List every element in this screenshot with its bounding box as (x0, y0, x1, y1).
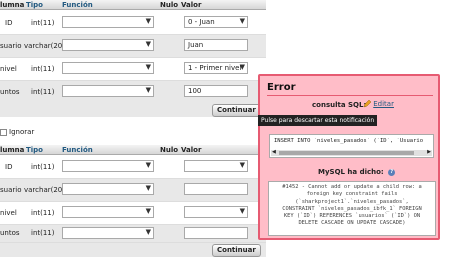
value-text: 100 (188, 87, 202, 95)
value-select[interactable]: 1 - Primer nivel ▼ (184, 62, 248, 74)
value-select[interactable]: ▼ (184, 206, 248, 218)
error-line: foreign key constraint fails (306, 191, 398, 198)
error-line: #1452 - Cannot add or update a child row… (282, 184, 422, 190)
ignore-label: Ignorar (9, 128, 35, 136)
scroll-left-icon[interactable]: ◀ (272, 149, 276, 155)
function-select[interactable]: ▼ (62, 183, 154, 195)
horizontal-scrollbar[interactable]: ◀ ▶ (271, 149, 432, 156)
header-value: Valor (181, 1, 202, 9)
chevron-down-icon: ▼ (145, 228, 151, 236)
table-row: nivel int(11) ▼ ▼ (0, 202, 266, 225)
chevron-down-icon: ▼ (239, 161, 245, 169)
header-function[interactable]: Función (62, 146, 93, 154)
table-row: nivel int(11) ▼ 1 - Primer nivel ▼ (0, 58, 266, 81)
value-input[interactable]: Juan (184, 39, 248, 51)
header-function[interactable]: Función (62, 1, 93, 9)
table-header-2: lumna Tipo Función Nulo Valor (0, 145, 266, 155)
header-null: Nulo (160, 146, 179, 154)
pencil-icon (363, 99, 372, 108)
column-type: int(11) (31, 209, 55, 217)
scroll-right-icon[interactable]: ▶ (427, 149, 431, 155)
column-name: nivel (0, 209, 17, 217)
error-line: DELETE CASCADE ON UPDATE CASCADE) (298, 220, 406, 227)
column-name: ID (5, 163, 13, 171)
mysql-said-text: MySQL ha dicho: (318, 168, 384, 176)
error-dialog[interactable]: Error consulta SQL: Editar INSERT INTO `… (258, 74, 440, 240)
function-select[interactable]: ▼ (62, 160, 154, 172)
chevron-down-icon: ▼ (145, 17, 151, 25)
value-input[interactable] (184, 227, 248, 239)
header-null: Nulo (160, 1, 179, 9)
error-message-box: #1452 - Cannot add or update a child row… (268, 181, 436, 236)
scrollbar-thumb[interactable] (279, 151, 414, 155)
header-value: Valor (181, 146, 202, 154)
sql-query-label: consulta SQL: (312, 101, 367, 109)
column-name: ID (5, 19, 13, 27)
column-name: suario (0, 42, 22, 50)
header-column: lumna (0, 146, 25, 154)
continue-button[interactable]: Continuar (212, 104, 261, 117)
chevron-down-icon: ▼ (239, 17, 245, 25)
value-text: 0 - Juan (188, 18, 215, 26)
ignore-row: Ignorar (0, 128, 34, 136)
column-name: nivel (0, 65, 17, 73)
table-row: ID int(11) ▼ ▼ (0, 156, 266, 179)
chevron-down-icon: ▼ (145, 184, 151, 192)
value-input[interactable]: 100 (184, 85, 248, 97)
error-line: KEY (`ID`) REFERENCES `usuarios` (`ID`) … (283, 213, 421, 220)
value-select[interactable]: 0 - Juan ▼ (184, 16, 248, 28)
divider (267, 95, 433, 96)
table-header-1: lumna Tipo Función Nulo Valor (0, 0, 266, 10)
table-row: suario varchar(20) ▼ (0, 179, 266, 202)
chevron-down-icon: ▼ (145, 161, 151, 169)
chevron-down-icon: ▼ (145, 40, 151, 48)
chevron-down-icon: ▼ (145, 207, 151, 215)
help-icon[interactable]: ? (388, 168, 396, 176)
function-select[interactable]: ▼ (62, 227, 154, 239)
sql-query-text: INSERT INTO `niveles_pasados` (`ID`, `Us… (274, 138, 424, 144)
error-title: Error (267, 82, 296, 93)
chevron-down-icon: ▼ (145, 86, 151, 94)
column-type: int(11) (31, 88, 55, 96)
column-type: int(11) (31, 19, 55, 27)
function-select[interactable]: ▼ (62, 62, 154, 74)
error-line: (`sharkproject1`.`niveles_pasados`, (295, 198, 409, 205)
header-column: lumna (0, 1, 25, 9)
column-name: untos (0, 229, 20, 237)
column-type: int(11) (31, 229, 55, 237)
value-text: Juan (188, 41, 204, 49)
chevron-down-icon: ▼ (239, 207, 245, 215)
function-select[interactable]: ▼ (62, 85, 154, 97)
edit-link[interactable]: Editar (373, 100, 394, 108)
dismiss-tooltip: Pulse para descartar esta notificación (258, 115, 378, 126)
column-name: suario (0, 186, 22, 194)
column-type: int(11) (31, 163, 55, 171)
value-text: 1 - Primer nivel (188, 64, 242, 72)
chevron-down-icon: ▼ (239, 63, 245, 71)
table-row: untos int(11) ▼ 100 (0, 81, 266, 104)
mysql-said-label: MySQL ha dicho: ? (318, 168, 396, 176)
column-type: int(11) (31, 65, 55, 73)
header-type[interactable]: Tipo (26, 146, 43, 154)
error-line: CONSTRAINT `niveles_pasados_ibfk_1` FORE… (282, 205, 422, 212)
function-select[interactable]: ▼ (62, 16, 154, 28)
chevron-down-icon: ▼ (145, 63, 151, 71)
sql-query-box[interactable]: INSERT INTO `niveles_pasados` (`ID`, `Us… (269, 134, 434, 158)
column-type: varchar(20) (24, 186, 65, 194)
value-input[interactable] (184, 183, 248, 195)
function-select[interactable]: ▼ (62, 206, 154, 218)
column-name: untos (0, 88, 20, 96)
table-row: untos int(11) ▼ (0, 225, 266, 243)
header-type[interactable]: Tipo (26, 1, 43, 9)
table-row: ID int(11) ▼ 0 - Juan ▼ (0, 12, 266, 35)
edit-link-wrap[interactable]: Editar (363, 99, 394, 108)
column-type: varchar(20) (24, 42, 65, 50)
function-select[interactable]: ▼ (62, 39, 154, 51)
continue-button[interactable]: Continuar (212, 244, 261, 257)
value-select[interactable]: ▼ (184, 160, 248, 172)
table-row: suario varchar(20) ▼ Juan (0, 35, 266, 58)
ignore-checkbox[interactable] (0, 128, 7, 136)
